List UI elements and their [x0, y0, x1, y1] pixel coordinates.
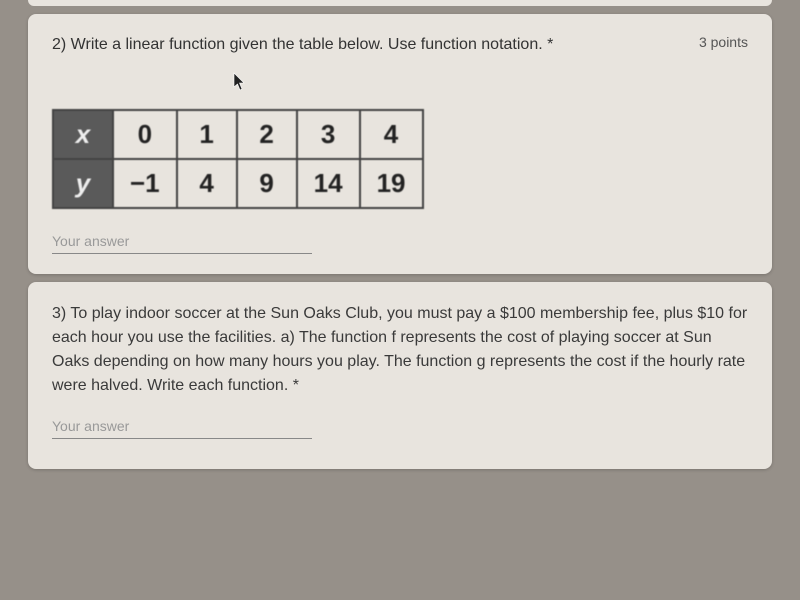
question-2-answer-input[interactable]	[52, 229, 312, 254]
previous-card-bottom	[28, 0, 772, 6]
question-2-card: 2) Write a linear function given the tab…	[28, 14, 772, 274]
x-val-4: 4	[360, 110, 423, 159]
y-header: y	[53, 159, 113, 208]
answer-field-wrap-3	[52, 414, 748, 439]
question-3-card: 3) To play indoor soccer at the Sun Oaks…	[28, 282, 772, 469]
y-val-0: −1	[113, 159, 177, 208]
x-header: x	[53, 110, 113, 159]
question-2-prompt: 2) Write a linear function given the tab…	[52, 34, 683, 56]
x-val-2: 2	[237, 110, 297, 159]
x-val-3: 3	[297, 110, 360, 159]
table-row-y: y −1 4 9 14 19	[53, 159, 423, 208]
function-table: x 0 1 2 3 4 y −1 4 9 14 19	[52, 109, 748, 209]
y-val-3: 14	[297, 159, 360, 208]
question-2-points: 3 points	[699, 34, 748, 50]
x-val-1: 1	[177, 110, 237, 159]
question-2-header: 2) Write a linear function given the tab…	[52, 34, 748, 56]
y-val-2: 9	[237, 159, 297, 208]
answer-field-wrap	[52, 229, 748, 254]
table-row-x: x 0 1 2 3 4	[53, 110, 423, 159]
y-val-1: 4	[177, 159, 237, 208]
y-val-4: 19	[360, 159, 423, 208]
mouse-cursor-icon	[232, 72, 248, 92]
question-3-prompt: 3) To play indoor soccer at the Sun Oaks…	[52, 302, 748, 398]
question-3-answer-input[interactable]	[52, 414, 312, 439]
x-val-0: 0	[113, 110, 177, 159]
